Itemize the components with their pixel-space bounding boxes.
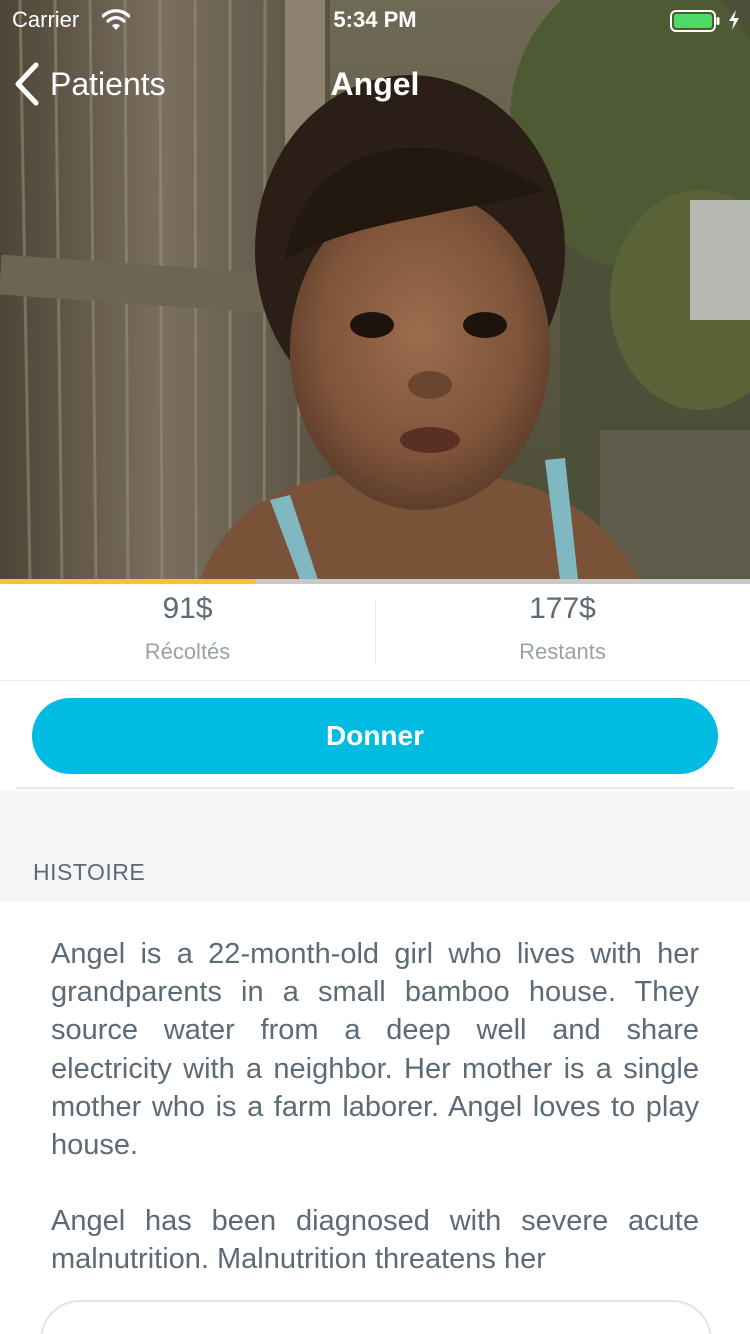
- story-section-title: HISTOIRE: [33, 859, 146, 885]
- page-title: Angel: [330, 66, 420, 102]
- remaining-stat: 177$ Restants: [375, 584, 750, 680]
- status-time: 5:34 PM: [333, 7, 417, 32]
- remaining-amount: 177$: [529, 592, 596, 625]
- battery-icon: [670, 10, 720, 32]
- donate-divider: [16, 787, 734, 789]
- charging-icon: [729, 10, 739, 30]
- donate-section: Donner: [0, 681, 750, 789]
- navigation-bar: Patients Angel: [0, 40, 750, 128]
- raised-amount: 91$: [162, 592, 213, 625]
- remaining-label: Restants: [519, 639, 606, 664]
- raised-stat: 91$ Récoltés: [0, 584, 375, 680]
- story-paragraph: Angel is a 22-month-old girl who lives w…: [51, 938, 699, 1162]
- story-section-header: HISTOIRE: [0, 790, 750, 902]
- story-content[interactable]: Angel is a 22-month-old girl who lives w…: [0, 902, 750, 1334]
- donate-button[interactable]: Donner: [32, 698, 718, 774]
- raised-label: Récoltés: [144, 639, 231, 664]
- funding-stats: 91$ Récoltés 177$ Restants: [0, 584, 750, 681]
- status-bar: Carrier 5:34 PM: [0, 0, 750, 40]
- story-paragraph: Angel has been diagnosed with severe acu…: [51, 1205, 699, 1276]
- next-card[interactable]: [40, 1300, 712, 1334]
